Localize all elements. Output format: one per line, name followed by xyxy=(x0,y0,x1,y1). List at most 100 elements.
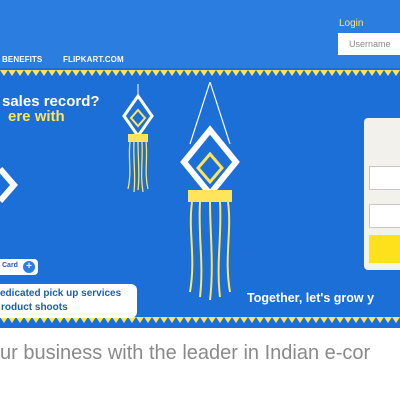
signup-button[interactable] xyxy=(369,235,400,263)
pattern-triangle xyxy=(272,317,280,323)
site-header: BENEFITS FLIPKART.COM Login xyxy=(0,0,400,68)
pattern-triangle xyxy=(256,317,264,323)
large-lantern-icon xyxy=(180,82,240,301)
card-badge[interactable]: Card + xyxy=(0,259,38,275)
pattern-triangle xyxy=(288,70,296,76)
username-input[interactable] xyxy=(338,33,400,55)
plus-icon: + xyxy=(23,261,35,273)
pattern-triangle xyxy=(152,70,160,76)
services-line-2: roduct shoots xyxy=(1,302,68,313)
pattern-triangle xyxy=(176,317,184,323)
login-label: Login xyxy=(339,18,364,29)
pattern-triangle xyxy=(16,70,24,76)
pattern-triangle xyxy=(152,317,160,323)
pattern-triangle xyxy=(160,317,168,323)
pattern-triangle xyxy=(312,317,320,323)
pattern-triangle xyxy=(136,317,144,323)
signup-panel xyxy=(364,118,400,270)
pattern-triangle xyxy=(64,70,72,76)
pattern-triangle xyxy=(56,70,64,76)
services-callout: edicated pick up services roduct shoots xyxy=(0,284,137,318)
pattern-triangle xyxy=(192,70,200,76)
pattern-triangle xyxy=(320,70,328,76)
pattern-triangle xyxy=(40,70,48,76)
pattern-triangle xyxy=(360,317,368,323)
pattern-triangle xyxy=(384,70,392,76)
signup-field-2[interactable] xyxy=(369,204,400,228)
pattern-triangle xyxy=(248,317,256,323)
pattern-triangle xyxy=(368,70,376,76)
bottom-tagline: ur business with the leader in Indian e-… xyxy=(0,342,371,364)
pattern-triangle xyxy=(344,70,352,76)
pattern-triangle xyxy=(0,70,8,76)
pattern-triangle xyxy=(360,70,368,76)
pattern-triangle xyxy=(48,70,56,76)
pattern-triangle xyxy=(24,70,32,76)
pattern-triangle xyxy=(224,70,232,76)
pattern-triangle xyxy=(376,317,384,323)
pattern-triangle xyxy=(304,317,312,323)
pattern-triangle xyxy=(8,70,16,76)
pattern-triangle xyxy=(208,70,216,76)
pattern-triangle xyxy=(96,70,104,76)
pattern-triangle xyxy=(128,70,136,76)
pattern-triangle xyxy=(72,70,80,76)
pattern-triangle xyxy=(264,317,272,323)
pattern-triangle xyxy=(232,70,240,76)
pattern-triangle xyxy=(352,70,360,76)
pattern-triangle xyxy=(120,70,128,76)
pattern-triangle xyxy=(32,70,40,76)
pattern-triangle xyxy=(112,70,120,76)
pattern-triangle xyxy=(256,70,264,76)
pattern-triangle xyxy=(336,70,344,76)
pattern-triangle xyxy=(184,317,192,323)
pattern-triangle xyxy=(272,70,280,76)
pattern-triangle xyxy=(208,317,216,323)
services-line-1: edicated pick up services xyxy=(0,288,122,299)
pattern-triangle xyxy=(80,70,88,76)
pattern-triangle xyxy=(184,70,192,76)
nav-benefits-link[interactable]: BENEFITS xyxy=(2,55,42,64)
pattern-triangle xyxy=(384,317,392,323)
pattern-triangle xyxy=(168,317,176,323)
small-lantern-icon xyxy=(122,84,154,193)
pattern-triangle xyxy=(144,70,152,76)
pattern-triangle xyxy=(168,70,176,76)
hero-banner: sales record? ere with Card + edicated p… xyxy=(0,68,400,328)
pattern-triangle xyxy=(216,317,224,323)
pattern-triangle xyxy=(304,70,312,76)
pattern-triangle xyxy=(392,70,400,76)
pattern-triangle xyxy=(320,317,328,323)
pattern-triangle xyxy=(192,317,200,323)
pattern-triangle xyxy=(376,70,384,76)
pattern-triangle xyxy=(248,70,256,76)
headline-line-2: ere with xyxy=(8,108,65,125)
pattern-triangle xyxy=(224,317,232,323)
pattern-triangle xyxy=(280,70,288,76)
pattern-triangle xyxy=(280,317,288,323)
pattern-triangle xyxy=(368,317,376,323)
pattern-triangle xyxy=(296,317,304,323)
pattern-triangle xyxy=(136,70,144,76)
pattern-triangle xyxy=(144,317,152,323)
pattern-triangle xyxy=(104,70,112,76)
nav-flipkart-link[interactable]: FLIPKART.COM xyxy=(63,55,124,64)
pattern-triangle xyxy=(160,70,168,76)
banner-tagline: Together, let's grow y xyxy=(247,291,375,305)
pattern-triangle xyxy=(216,70,224,76)
pattern-triangle xyxy=(328,70,336,76)
pattern-triangle xyxy=(344,317,352,323)
pattern-triangle xyxy=(176,70,184,76)
pattern-triangle xyxy=(288,317,296,323)
pattern-triangle xyxy=(200,70,208,76)
pattern-triangle xyxy=(88,70,96,76)
pattern-triangle xyxy=(200,317,208,323)
pattern-triangle xyxy=(392,317,400,323)
card-badge-label: Card xyxy=(2,262,18,269)
pattern-triangle xyxy=(232,317,240,323)
x-graphic-icon xyxy=(0,167,18,203)
signup-field-1[interactable] xyxy=(369,166,400,190)
pattern-triangle xyxy=(312,70,320,76)
pattern-triangle xyxy=(296,70,304,76)
pattern-triangle xyxy=(336,317,344,323)
